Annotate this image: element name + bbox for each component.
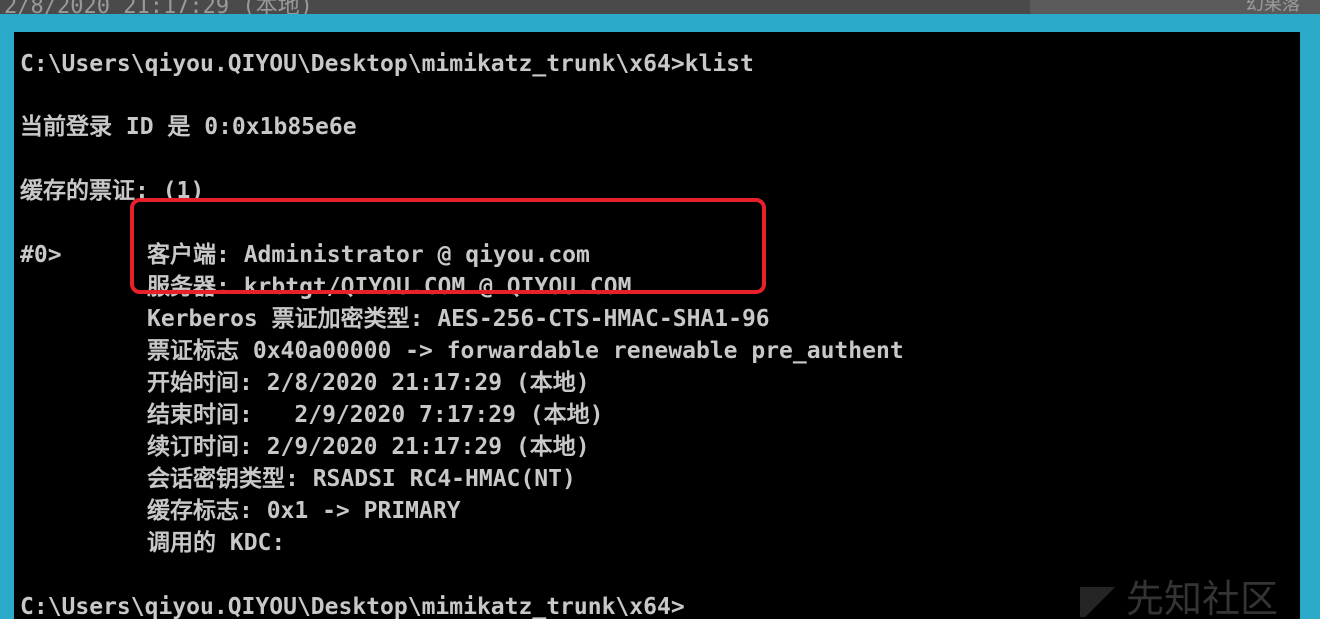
watermark-logo-icon — [1079, 586, 1120, 617]
encryption-type-line: Kerberos 票证加密类型: AES-256-CTS-HMAC-SHA1-9… — [147, 306, 770, 332]
kdc-called-line: 调用的 KDC: — [147, 530, 286, 556]
watermark-text: 先知社区 — [1125, 577, 1278, 619]
session-key-type-line: 会话密钥类型: RSADSI RC4-HMAC(NT) — [147, 466, 576, 492]
logon-id-line: 当前登录 ID 是 0:0x1b85e6e — [20, 114, 357, 140]
cache-flags-line: 缓存标志: 0x1 -> PRIMARY — [147, 498, 461, 524]
watermark: 先知社区 — [1079, 577, 1278, 619]
console-window-frame: C:\Users\qiyou.QIYOU\Desktop\mimikatz_tr… — [0, 14, 1320, 619]
end-time-line: 结束时间: 2/9/2020 7:17:29 (本地) — [147, 402, 604, 428]
console-output[interactable]: C:\Users\qiyou.QIYOU\Desktop\mimikatz_tr… — [14, 32, 1300, 619]
renew-time-line: 续订时间: 2/9/2020 21:17:29 (本地) — [147, 434, 590, 460]
prompt-klist-line: C:\Users\qiyou.QIYOU\Desktop\mimikatz_tr… — [20, 51, 754, 77]
start-time-line: 开始时间: 2/8/2020 21:17:29 (本地) — [147, 370, 590, 396]
red-highlight-box — [130, 198, 766, 294]
ticket-index: #0> — [20, 242, 62, 268]
final-prompt-line: C:\Users\qiyou.QIYOU\Desktop\mimikatz_tr… — [20, 594, 685, 619]
ticket-flags-line: 票证标志 0x40a00000 -> forwardable renewable… — [147, 338, 904, 364]
screenshot: 2/8/2020 21:17:29 (本地) 幻果落 C:\Users\qiyo… — [0, 0, 1320, 619]
